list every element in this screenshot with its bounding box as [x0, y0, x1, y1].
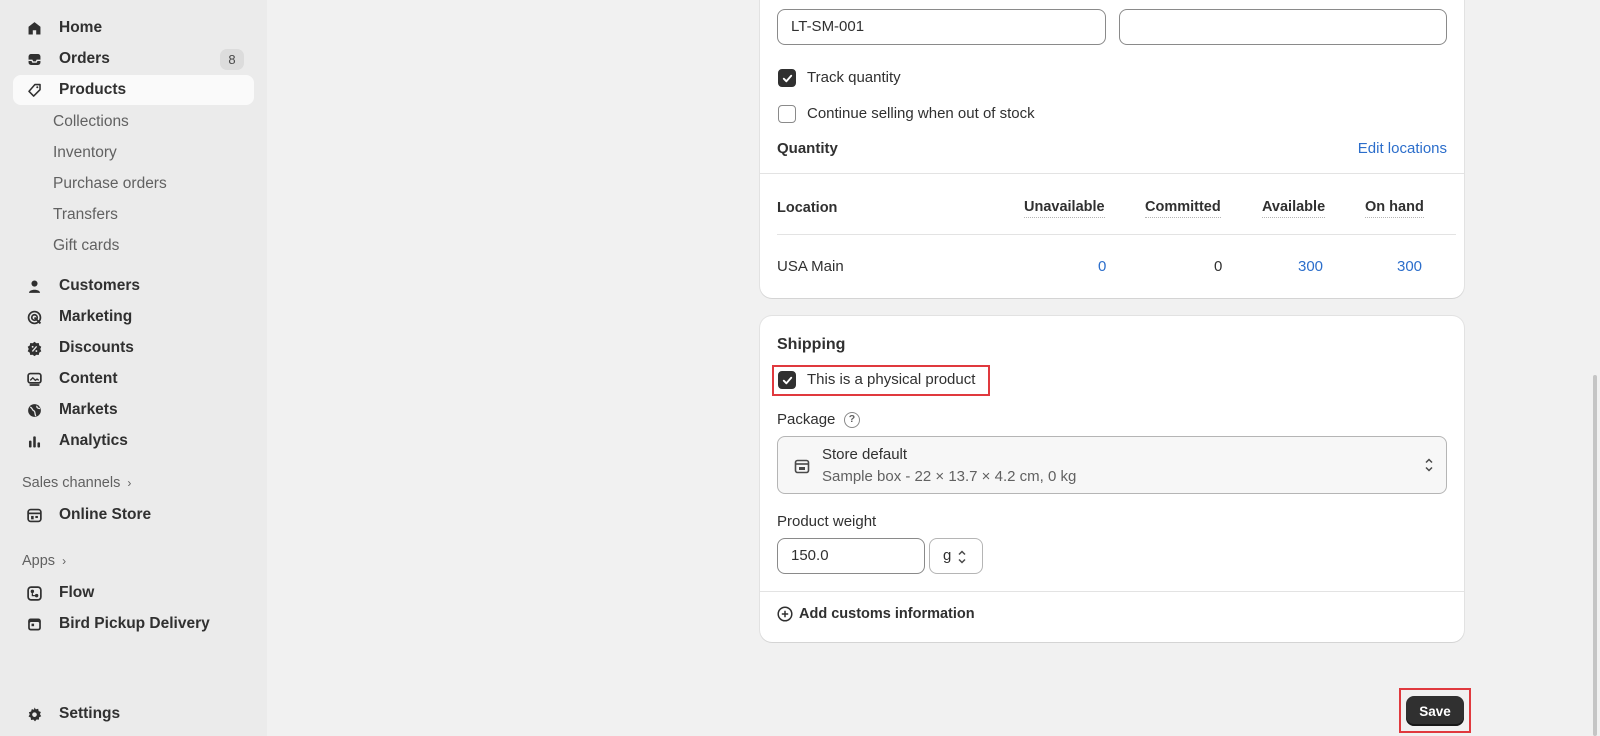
add-customs-button[interactable]: Add customs information — [777, 606, 975, 622]
weight-unit-value: g — [943, 547, 952, 564]
chevron-right-icon: › — [62, 554, 67, 568]
nav-markets-label: Markets — [59, 401, 118, 418]
nav-markets[interactable]: Markets — [13, 395, 254, 425]
shipping-heading: Shipping — [777, 336, 846, 353]
image-icon — [25, 370, 43, 388]
divider — [777, 234, 1456, 235]
calendar-icon — [25, 615, 43, 633]
nav-products[interactable]: Products — [13, 75, 254, 105]
inbox-icon — [25, 50, 43, 68]
nav-discounts-label: Discounts — [59, 339, 134, 356]
nav-bird-pickup-delivery-label: Bird Pickup Delivery — [59, 615, 210, 632]
nav-discounts[interactable]: Discounts — [13, 333, 254, 363]
discount-icon — [25, 339, 43, 357]
committed-value: 0 — [1214, 258, 1223, 275]
nav-flow[interactable]: Flow — [13, 578, 254, 608]
nav-analytics[interactable]: Analytics — [13, 426, 254, 456]
nav-collections[interactable]: Collections — [53, 111, 129, 133]
help-icon[interactable]: ? — [844, 412, 860, 428]
divider — [760, 173, 1464, 174]
nav-analytics-label: Analytics — [59, 432, 128, 449]
package-name: Store default — [822, 446, 908, 463]
gear-icon — [25, 705, 43, 723]
person-icon — [25, 277, 43, 295]
column-header-on-hand[interactable]: On hand — [1365, 199, 1424, 218]
nav-marketing[interactable]: Marketing — [13, 302, 254, 332]
column-header-location: Location — [777, 200, 838, 216]
barcode-input[interactable] — [1119, 9, 1447, 45]
column-header-committed[interactable]: Committed — [1145, 199, 1221, 218]
nav-bird-pickup-delivery[interactable]: Bird Pickup Delivery — [13, 609, 254, 639]
edit-locations-link[interactable]: Edit locations — [1358, 140, 1447, 157]
nav-online-store-label: Online Store — [59, 506, 152, 523]
nav-inventory[interactable]: Inventory — [53, 142, 117, 164]
globe-icon — [25, 401, 43, 419]
sales-channels-label: Sales channels — [22, 475, 121, 491]
nav-transfers[interactable]: Transfers — [53, 204, 118, 226]
continue-selling-checkbox[interactable] — [778, 105, 796, 123]
flow-icon — [25, 584, 43, 602]
nav-customers[interactable]: Customers — [13, 271, 254, 301]
track-quantity-checkbox[interactable] — [778, 69, 796, 87]
sales-channels-header[interactable]: Sales channels › — [22, 475, 131, 491]
highlight-physical-product — [772, 365, 990, 396]
orders-count-badge: 8 — [220, 49, 244, 70]
nav-purchase-orders[interactable]: Purchase orders — [53, 173, 167, 195]
on-hand-value[interactable]: 300 — [1397, 258, 1422, 275]
nav-orders-label: Orders — [59, 50, 110, 67]
weight-input[interactable]: 150.0 — [777, 538, 925, 574]
column-header-unavailable[interactable]: Unavailable — [1024, 199, 1105, 218]
location-name: USA Main — [777, 258, 844, 275]
nav-customers-label: Customers — [59, 277, 140, 294]
nav-settings[interactable]: Settings — [13, 699, 254, 729]
select-chevron-icon — [957, 548, 967, 570]
column-header-available[interactable]: Available — [1262, 199, 1326, 218]
package-detail: Sample box - 22 × 13.7 × 4.2 cm, 0 kg — [822, 468, 1077, 485]
apps-header[interactable]: Apps › — [22, 553, 66, 569]
target-icon — [25, 308, 43, 326]
sku-input[interactable]: LT-SM-001 — [777, 9, 1106, 45]
continue-selling-label: Continue selling when out of stock — [807, 105, 1035, 122]
divider — [760, 591, 1464, 592]
home-icon — [25, 19, 43, 37]
nav-content-label: Content — [59, 370, 118, 387]
store-icon — [25, 506, 43, 524]
nav-gift-cards[interactable]: Gift cards — [53, 235, 119, 257]
checkmark-icon — [782, 74, 792, 82]
scrollbar[interactable] — [1590, 0, 1600, 736]
available-value[interactable]: 300 — [1298, 258, 1323, 275]
nav-content[interactable]: Content — [13, 364, 254, 394]
nav-home-label: Home — [59, 19, 103, 36]
apps-label: Apps — [22, 553, 56, 569]
select-chevron-icon — [1424, 456, 1434, 478]
nav-online-store[interactable]: Online Store — [13, 500, 254, 530]
save-button[interactable]: Save — [1406, 696, 1464, 726]
product-weight-label: Product weight — [777, 513, 877, 530]
nav-orders[interactable]: Orders 8 — [13, 44, 254, 74]
package-label: Package — [777, 411, 836, 428]
track-quantity-label: Track quantity — [807, 69, 901, 86]
quantity-heading: Quantity — [777, 140, 838, 157]
nav-marketing-label: Marketing — [59, 308, 133, 325]
package-select[interactable]: Store default Sample box - 22 × 13.7 × 4… — [777, 436, 1447, 494]
nav-settings-label: Settings — [59, 705, 121, 722]
package-box-icon — [794, 457, 810, 478]
nav-flow-label: Flow — [59, 584, 95, 601]
weight-unit-select[interactable]: g — [929, 538, 983, 574]
inventory-card: LT-SM-001 Track quantity Continue sellin… — [760, 0, 1464, 298]
nav-home[interactable]: Home — [13, 13, 254, 43]
scrollbar-thumb[interactable] — [1593, 375, 1597, 736]
bar-chart-icon — [25, 432, 43, 450]
tag-icon — [25, 81, 43, 99]
sidebar: Home Orders 8 Products Collections Inven… — [0, 0, 267, 736]
chevron-right-icon: › — [127, 476, 132, 490]
add-customs-label: Add customs information — [799, 606, 975, 622]
nav-products-label: Products — [59, 81, 127, 98]
unavailable-value[interactable]: 0 — [1098, 258, 1106, 275]
plus-circle-icon — [777, 606, 793, 622]
